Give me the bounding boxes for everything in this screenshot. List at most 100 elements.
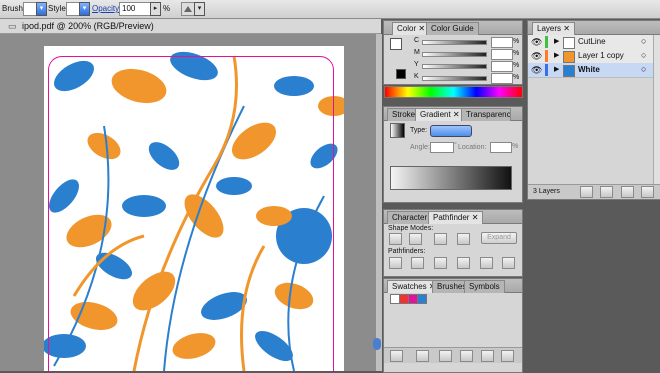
tab-gradient[interactable]: Gradient ✕	[415, 108, 465, 121]
tab-symbols[interactable]: Symbols	[464, 280, 505, 293]
location-field[interactable]	[490, 142, 512, 153]
angle-unit: °	[454, 142, 457, 149]
eye-icon[interactable]: 👁	[531, 37, 542, 47]
minus-back-icon[interactable]	[502, 257, 515, 269]
layer-name[interactable]: White	[578, 65, 600, 74]
divide-icon[interactable]	[389, 257, 402, 269]
artboard[interactable]	[44, 46, 344, 371]
layer-thumbnail	[563, 51, 575, 63]
channel-k-unit: %	[513, 74, 520, 81]
layer-name[interactable]: CutLine	[578, 37, 606, 46]
color-panel: Color ✕ Color Guide C % M % Y % K %	[383, 20, 523, 85]
eye-icon[interactable]: 👁	[531, 65, 542, 75]
tab-character[interactable]: Character	[387, 211, 433, 224]
channel-k-label: K	[414, 73, 419, 80]
channel-k-slider[interactable]	[422, 76, 487, 81]
channel-c-slider[interactable]	[422, 40, 487, 45]
control-bar: Brush: ▾ Style: ▾ Opacity: 100 ▸ % ▾	[0, 0, 660, 19]
gradient-type-select[interactable]	[430, 125, 472, 137]
channel-m-slider[interactable]	[422, 52, 487, 57]
fill-swatch[interactable]	[390, 38, 402, 50]
gradient-slider-bar[interactable]	[390, 166, 512, 190]
swatches-footer	[384, 347, 522, 363]
swatch-blue[interactable]	[417, 294, 427, 304]
new-sublayer-icon[interactable]	[600, 186, 613, 198]
opacity-label[interactable]: Opacity:	[92, 4, 121, 13]
eye-icon[interactable]: 👁	[531, 51, 542, 61]
tab-pathfinder[interactable]: Pathfinder ✕	[428, 211, 484, 224]
channel-k-field[interactable]	[491, 73, 513, 84]
delete-layer-icon[interactable]	[641, 186, 654, 198]
layers-panel-tabs: Layers ✕	[528, 21, 660, 35]
style-dropdown[interactable]: ▾	[79, 2, 90, 16]
channel-m-unit: %	[513, 50, 520, 57]
document-icon: ▭	[8, 21, 17, 31]
shape-modes-label: Shape Modes:	[388, 225, 434, 232]
minus-front-icon[interactable]	[409, 233, 422, 245]
swatches-panel-tabs: Swatches ✕ Brushes Symbols	[384, 279, 522, 293]
merge-icon[interactable]	[434, 257, 447, 269]
exclude-icon[interactable]	[457, 233, 470, 245]
tab-layers[interactable]: Layers ✕	[532, 22, 575, 35]
unite-icon[interactable]	[389, 233, 402, 245]
expand-triangle-icon[interactable]: ▶	[554, 37, 559, 45]
new-swatch-icon[interactable]	[481, 350, 494, 362]
location-label: Location:	[458, 144, 487, 151]
expand-button[interactable]: Expand	[481, 232, 517, 244]
channel-c-field[interactable]	[491, 37, 513, 48]
intersect-icon[interactable]	[434, 233, 447, 245]
swatch-options-icon[interactable]	[439, 350, 452, 362]
stroke-swatch[interactable]	[396, 69, 406, 79]
opacity-dropdown[interactable]: ▸	[150, 2, 161, 16]
new-color-group-icon[interactable]	[460, 350, 473, 362]
cutline-guide	[48, 56, 334, 371]
channel-m-label: M	[414, 49, 420, 56]
channel-y-field[interactable]	[491, 61, 513, 72]
delete-swatch-icon[interactable]	[501, 350, 514, 362]
channel-y-slider[interactable]	[422, 64, 487, 69]
new-layer-icon[interactable]	[621, 186, 634, 198]
layers-scrollbar[interactable]	[653, 35, 660, 185]
tab-transparency[interactable]: Transparency	[461, 108, 511, 121]
layer-name[interactable]: Layer 1 copy	[578, 51, 624, 60]
color-spectrum-bar[interactable]	[384, 86, 523, 98]
trim-icon[interactable]	[411, 257, 424, 269]
show-kinds-icon[interactable]	[416, 350, 429, 362]
gradient-panel: Stroke Gradient ✕ Transparency Type: Ang…	[383, 106, 523, 203]
expand-triangle-icon[interactable]: ▶	[554, 51, 559, 59]
brush-swatch[interactable]	[23, 2, 37, 16]
target-icon[interactable]: ○	[641, 50, 646, 60]
recolor-icon[interactable]	[181, 2, 195, 16]
type-label: Type:	[410, 127, 428, 134]
layer-thumbnail	[563, 65, 575, 77]
recolor-dropdown[interactable]: ▾	[194, 2, 205, 16]
document-tab[interactable]: ▭ ipod.pdf @ 200% (RGB/Preview)	[0, 19, 381, 34]
layer-color-bar	[545, 50, 548, 62]
channel-m-field[interactable]	[491, 49, 513, 60]
make-clipping-mask-icon[interactable]	[580, 186, 593, 198]
gradient-preview-swatch[interactable]	[390, 123, 405, 138]
swatch-libraries-icon[interactable]	[390, 350, 403, 362]
vertical-scrollbar[interactable]	[376, 34, 382, 371]
brush-label: Brush:	[2, 4, 26, 13]
pathfinder-panel-tabs: Character Pathfinder ✕	[384, 210, 522, 224]
expand-triangle-icon[interactable]: ▶	[554, 65, 559, 73]
opacity-input[interactable]: 100	[119, 2, 151, 16]
layer-row-cutline[interactable]: 👁 ▶ CutLine ○	[528, 35, 653, 50]
pathfinders-label: Pathfinders:	[388, 248, 426, 255]
layer-row-layer-1-copy[interactable]: 👁 ▶ Layer 1 copy ○	[528, 49, 653, 64]
layer-row-white[interactable]: 👁 ▶ White ○	[528, 63, 653, 78]
tab-color[interactable]: Color ✕	[392, 22, 431, 35]
style-swatch[interactable]	[66, 2, 80, 16]
outline-icon[interactable]	[480, 257, 493, 269]
target-icon[interactable]: ○	[641, 36, 646, 46]
document-title: ipod.pdf @ 200% (RGB/Preview)	[22, 21, 154, 31]
angle-field[interactable]	[430, 142, 454, 153]
brush-dropdown[interactable]: ▾	[36, 2, 47, 16]
panel-collapse-handle[interactable]	[373, 338, 381, 350]
crop-icon[interactable]	[457, 257, 470, 269]
gradient-panel-tabs: Stroke Gradient ✕ Transparency	[384, 107, 522, 121]
channel-y-label: Y	[414, 61, 419, 68]
target-icon[interactable]: ○	[641, 64, 646, 74]
tab-color-guide[interactable]: Color Guide	[426, 22, 479, 35]
